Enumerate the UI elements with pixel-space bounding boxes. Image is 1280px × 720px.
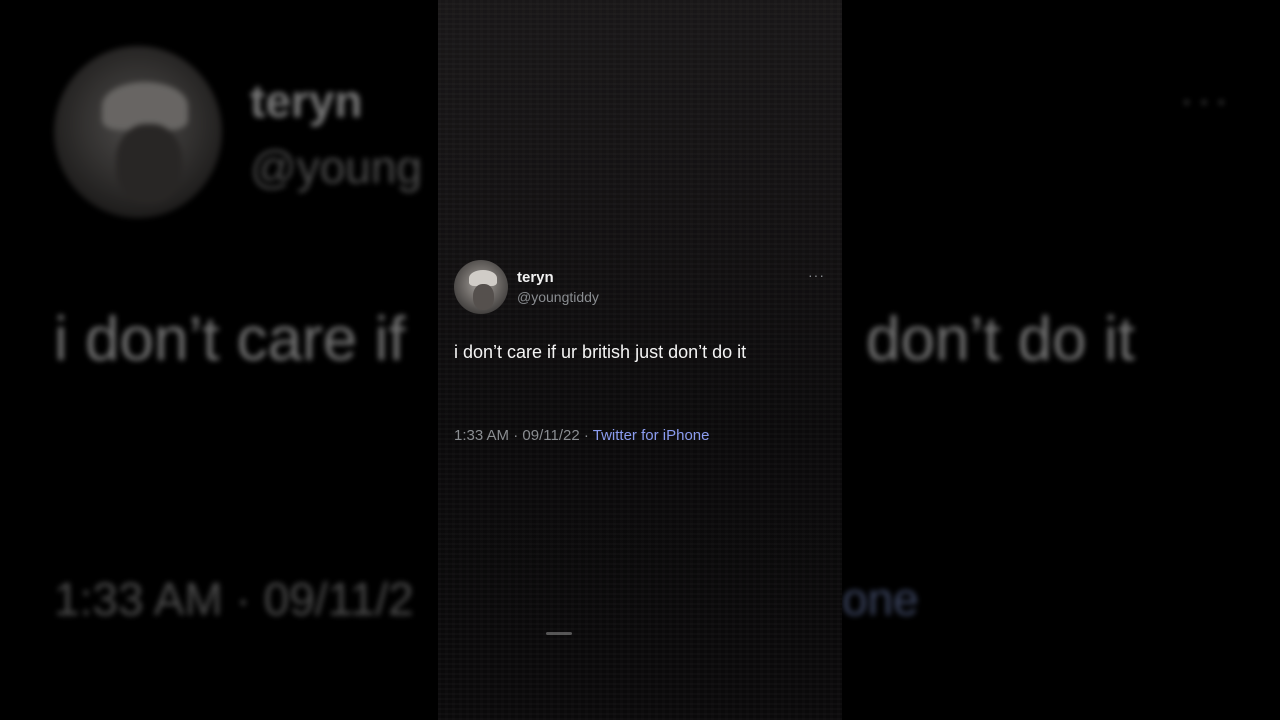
blurred-meta-left: 1:33 AM · 09/11/2 <box>54 573 414 625</box>
tweet-text: i don’t care if ur british just don’t do… <box>454 342 747 362</box>
screen-artifact <box>546 632 572 635</box>
meta-separator: · <box>513 427 519 444</box>
avatar[interactable] <box>454 260 508 314</box>
meta-separator: · <box>583 427 589 444</box>
blurred-display-name: teryn <box>250 75 363 127</box>
blurred-tweet-text-right: don’t do it <box>866 305 1135 374</box>
more-options-icon[interactable]: ··· <box>808 268 825 282</box>
blurred-handle: @young <box>250 141 423 193</box>
tweet-time: 1:33 AM <box>454 427 510 444</box>
user-handle[interactable]: @youngtiddy <box>517 289 599 305</box>
video-frame: teryn @young ··· i don’t care if don’t d… <box>0 0 1280 720</box>
blurred-tweet-text-left: i don’t care if <box>54 305 406 374</box>
tweet-meta: 1:33 AM · 09/11/22 · Twitter for iPhone <box>454 427 709 444</box>
display-name[interactable]: teryn <box>517 269 554 286</box>
blurred-meta-right: one <box>842 573 919 625</box>
tweet-source-link[interactable]: Twitter for iPhone <box>593 427 710 444</box>
tweet-date: 09/11/22 <box>522 427 580 444</box>
avatar-face <box>473 284 494 310</box>
blurred-avatar <box>54 46 222 218</box>
blurred-more-icon: ··· <box>1180 78 1232 122</box>
phone-screen: teryn @youngtiddy ··· i don’t care if ur… <box>438 0 842 720</box>
